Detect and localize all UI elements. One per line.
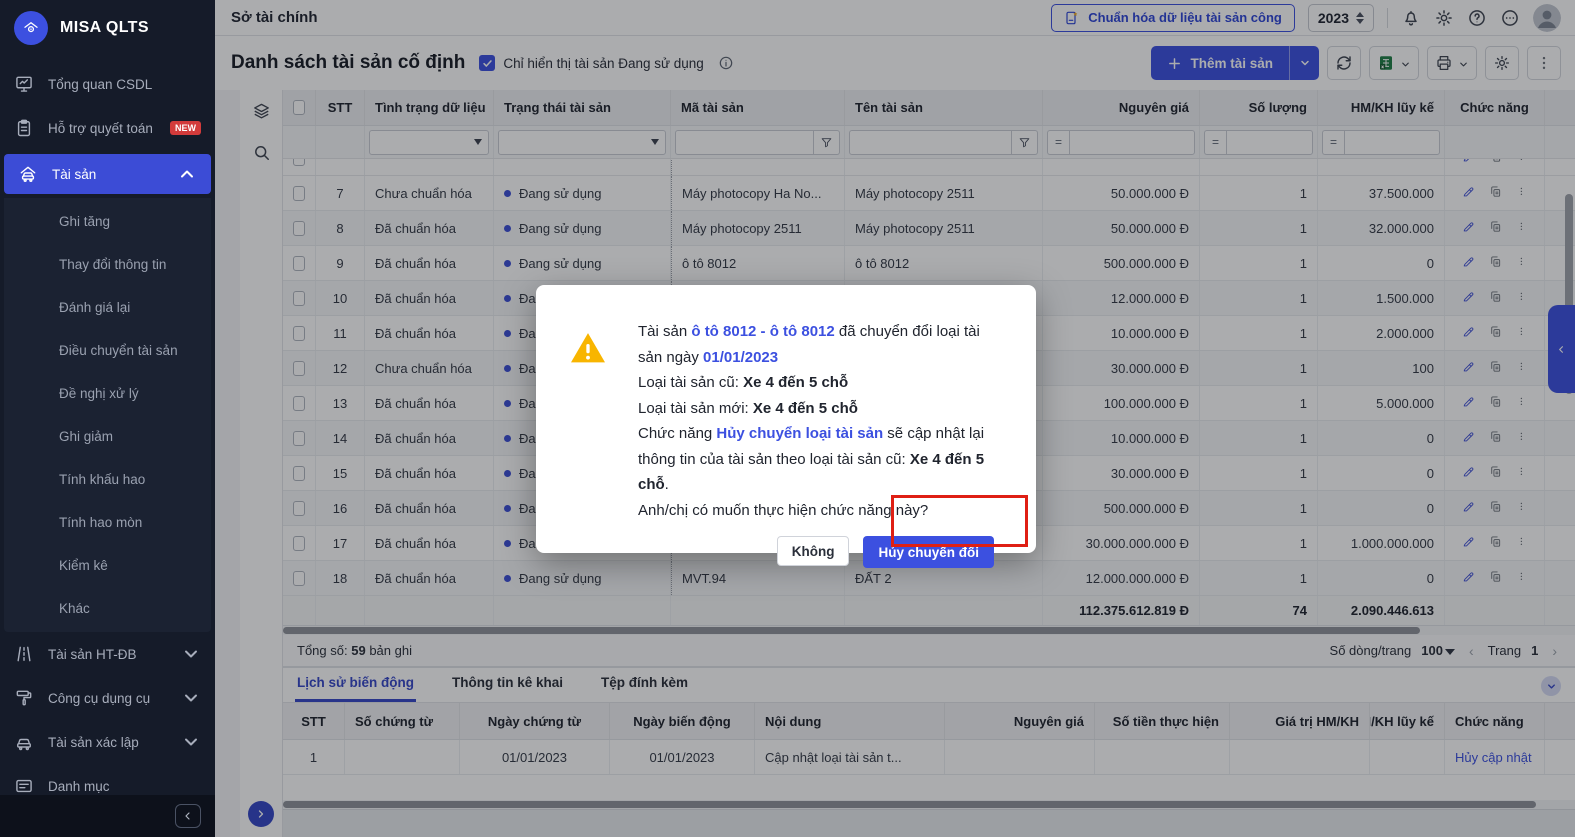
monitor-icon [14,74,34,94]
sidebar-item-ho-tro-quyet-toan[interactable]: Hỗ trợ quyết toán NEW [0,106,215,150]
dialog-text: . [665,476,669,493]
car-icon [14,732,34,752]
dialog-text: Xe 4 đến 5 chỗ [753,400,858,417]
sidebar-item-tai-san[interactable]: Tài sản [4,154,211,194]
sidebar-subitem-label: Tính khấu hao [59,472,145,487]
sidebar-item-label: Tài sản xác lập [48,735,167,750]
sidebar-item-tong-quan-csdl[interactable]: Tổng quan CSDL [0,62,215,106]
app-logo[interactable]: MISA QLTS [0,0,215,56]
sidebar-item-label: Tài sản HT-ĐB [48,647,167,662]
cancel-button[interactable]: Không [777,536,850,566]
sidebar-subitem-label: Ghi tăng [59,214,110,229]
sidebar-item-tai-san-ht-db[interactable]: Tài sản HT-ĐB [0,632,215,676]
road-icon [14,644,34,664]
sidebar: MISA QLTS Tổng quan CSDL Hỗ trợ quyết toá… [0,0,215,837]
dialog-link[interactable]: Hủy chuyển loại tài sản [716,425,883,442]
sidebar-subitem-label: Ghi giảm [59,429,113,444]
sidebar-subitem-kiem-ke[interactable]: Kiểm kê [4,544,211,587]
sidebar-item-label: Tài sản [52,167,163,182]
sidebar-item-label: Hỗ trợ quyết toán [48,121,156,136]
dialog-message-line: Loại tài sản mới: Xe 4 đến 5 chỗ [638,396,1008,422]
list-icon [14,776,34,795]
warning-icon [568,329,608,369]
sidebar-subitem-tinh-khau-hao[interactable]: Tính khấu hao [4,458,211,501]
dialog-message-line: Tài sản ô tô 8012 - ô tô 8012 đã chuyển … [638,319,1008,370]
sidebar-submenu: Ghi tăng Thay đổi thông tin Đánh giá lại Đi… [4,198,211,632]
sidebar-subitem-dieu-chuyen-tai-san[interactable]: Điều chuyển tài sản [4,329,211,372]
sidebar-subitem-label: Thay đổi thông tin [59,257,166,272]
chevron-down-icon [181,732,201,752]
sidebar-item-label: Tổng quan CSDL [48,77,201,92]
sidebar-subitem-de-nghi-xu-ly[interactable]: Đề nghị xử lý [4,372,211,415]
chevron-down-icon [181,688,201,708]
sidebar-nav: Tổng quan CSDL Hỗ trợ quyết toán NEW Tài sả… [0,56,215,795]
logo-icon [14,11,48,45]
sidebar-item-tai-san-xac-lap[interactable]: Tài sản xác lập [0,720,215,764]
dialog-text: Anh/chị có muốn thực hiện chức năng này? [638,502,928,519]
sidebar-subitem-danh-gia-lai[interactable]: Đánh giá lại [4,286,211,329]
sidebar-subitem-thay-doi-thong-tin[interactable]: Thay đổi thông tin [4,243,211,286]
sidebar-collapse-button[interactable] [175,804,201,828]
sidebar-subitem-tinh-hao-mon[interactable]: Tính hao mòn [4,501,211,544]
dialog-text: Loại tài sản cũ: [638,374,743,391]
sidebar-subitem-ghi-giam[interactable]: Ghi giảm [4,415,211,458]
dialog-text: Chức năng [638,425,716,442]
roller-icon [14,688,34,708]
dialog-link[interactable]: ô tô 8012 - ô tô 8012 [691,323,834,340]
sidebar-subitem-label: Điều chuyển tài sản [59,343,178,358]
annotation-highlight-box [891,495,1028,547]
sidebar-subitem-ghi-tang[interactable]: Ghi tăng [4,200,211,243]
dialog-message-line: Loại tài sản cũ: Xe 4 đến 5 chỗ [638,370,1008,396]
sidebar-item-label: Danh mục [48,779,201,794]
sidebar-subitem-label: Kiểm kê [59,558,108,573]
misa-qlts-app: MISA QLTS Tổng quan CSDL Hỗ trợ quyết toá… [0,0,1575,837]
app-title: MISA QLTS [60,19,149,37]
dialog-text: Tài sản [638,323,691,340]
new-badge: NEW [170,121,201,135]
dialog-message: Tài sản ô tô 8012 - ô tô 8012 đã chuyển … [638,319,1008,523]
sidebar-item-label: Công cụ dụng cụ [48,691,167,706]
asset-icon [18,164,38,184]
sidebar-subitem-label: Tính hao mòn [59,515,142,530]
chevron-down-icon [181,644,201,664]
sidebar-subitem-label: Đánh giá lại [59,300,130,315]
clipboard-icon [14,118,34,138]
sidebar-footer [0,795,215,837]
dialog-link[interactable]: 01/01/2023 [703,349,778,366]
sidebar-subitem-khac[interactable]: Khác [4,587,211,630]
dialog-message-line: Chức năng Hủy chuyển loại tài sản sẽ cập… [638,421,1008,498]
sidebar-item-danh-muc[interactable]: Danh mục [0,764,215,795]
dialog-text: Loại tài sản mới: [638,400,753,417]
sidebar-subitem-label: Đề nghị xử lý [59,386,139,401]
sidebar-subitem-label: Khác [59,601,90,616]
chevron-up-icon [177,164,197,184]
sidebar-item-cong-cu-dung-cu[interactable]: Công cụ dụng cụ [0,676,215,720]
dialog-text: Xe 4 đến 5 chỗ [743,374,848,391]
